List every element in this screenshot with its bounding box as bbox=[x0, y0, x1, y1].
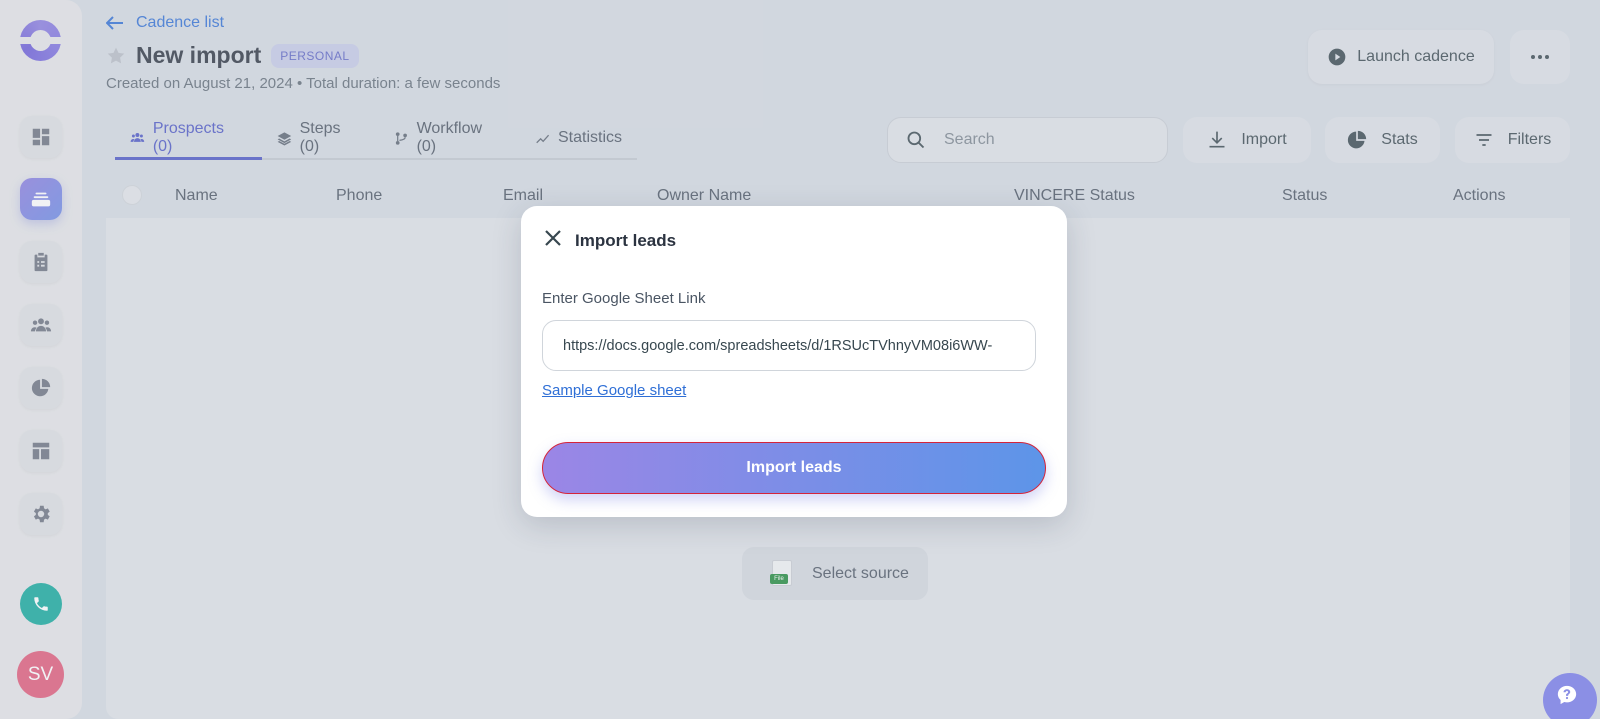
import-leads-modal: Import leads Enter Google Sheet Link Sam… bbox=[521, 206, 1067, 517]
modal-header: Import leads bbox=[543, 228, 676, 253]
help-chat-icon bbox=[1557, 685, 1577, 705]
sample-sheet-link[interactable]: Sample Google sheet bbox=[542, 382, 686, 399]
sheet-link-label: Enter Google Sheet Link bbox=[542, 290, 706, 307]
modal-title: Import leads bbox=[575, 230, 677, 250]
close-button[interactable] bbox=[543, 228, 563, 253]
close-icon bbox=[545, 230, 561, 246]
help-chat-button[interactable] bbox=[1543, 673, 1597, 719]
import-leads-button[interactable]: Import leads bbox=[542, 442, 1046, 494]
sheet-link-input[interactable] bbox=[542, 320, 1036, 371]
